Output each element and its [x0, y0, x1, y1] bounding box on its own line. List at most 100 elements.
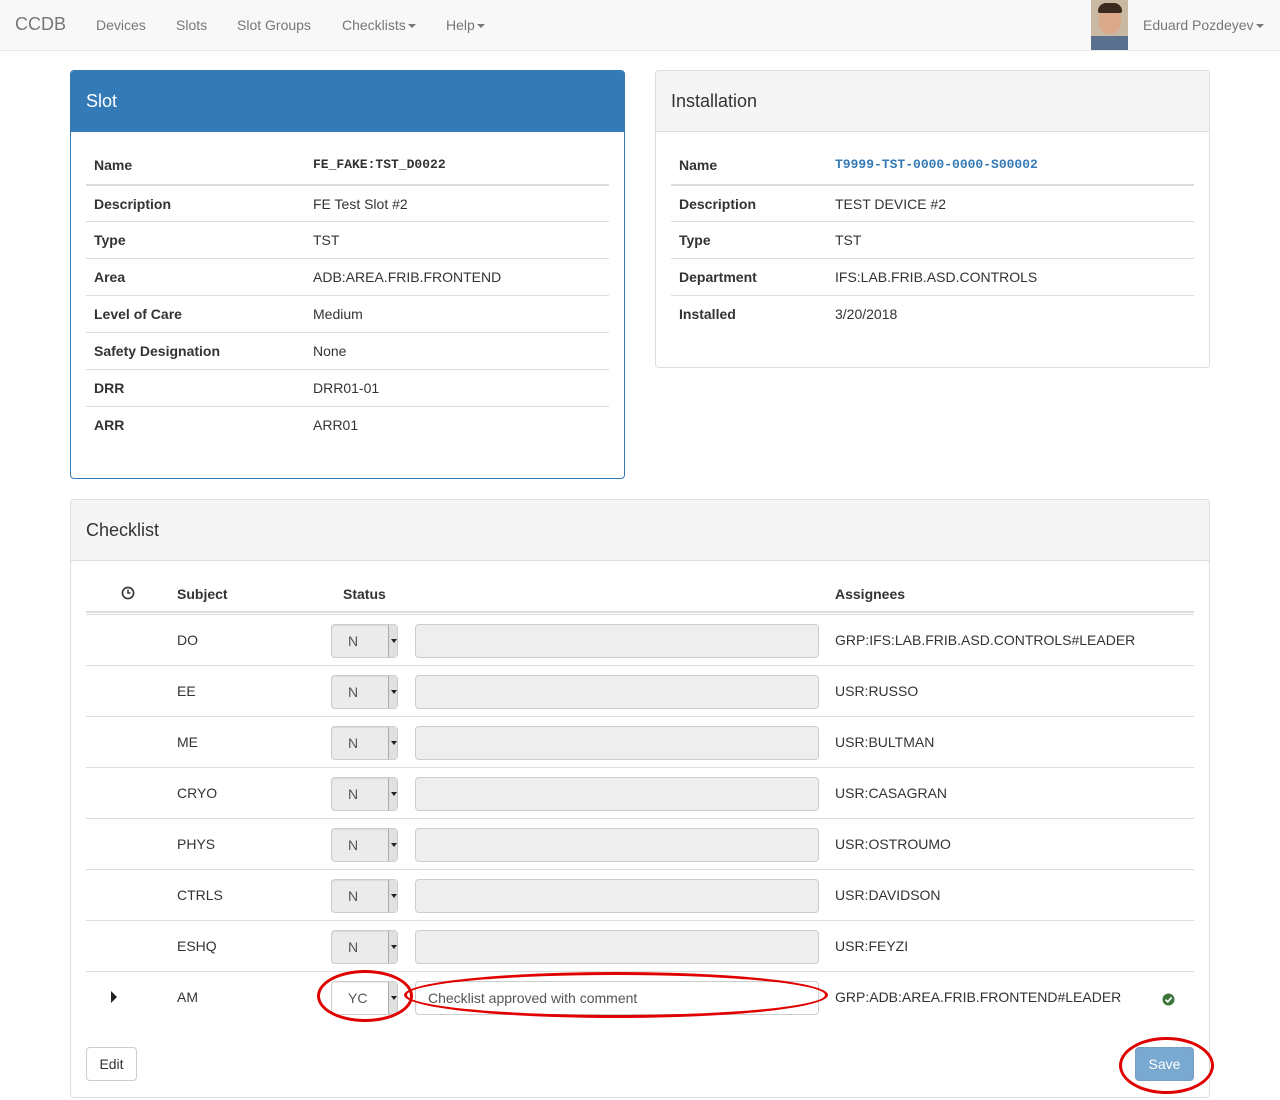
nav-help-label: Help	[446, 17, 475, 33]
status-select-value: N	[348, 786, 359, 802]
nav-devices[interactable]: Devices	[96, 17, 146, 33]
assignee-cell: USR:DAVIDSON	[835, 887, 941, 903]
installation-description-value: TEST DEVICE #2	[835, 196, 947, 212]
status-select-value: N	[348, 939, 359, 955]
slot-type-value: TST	[313, 232, 340, 248]
subject-cell: AM	[177, 989, 198, 1005]
chevron-down-icon	[388, 982, 397, 1014]
status-select[interactable]: N	[331, 777, 398, 811]
status-select-value: N	[348, 633, 359, 649]
slot-drr-value: DRR01-01	[313, 380, 380, 396]
slot-details-table: Name FE_FAKE:TST_D0022 Description FE Te…	[86, 147, 609, 443]
nav-checklists-label: Checklists	[342, 17, 406, 33]
status-select-value: N	[348, 837, 359, 853]
table-row: DRR DRR01-01	[86, 369, 609, 406]
chevron-down-icon	[388, 676, 397, 708]
slot-panel: Slot Name FE_FAKE:TST_D0022 Description …	[70, 70, 625, 479]
installation-type-value: TST	[835, 232, 862, 248]
status-select[interactable]: N	[331, 828, 398, 862]
table-row: Name T9999-TST-0000-0000-S00002	[671, 147, 1194, 184]
installation-department-value: IFS:LAB.FRIB.ASD.CONTROLS	[835, 269, 1038, 285]
slot-type-label: Type	[94, 232, 126, 248]
subject-cell: ESHQ	[177, 938, 217, 954]
chevron-down-icon	[388, 625, 397, 657]
chevron-down-icon	[407, 24, 416, 29]
table-row: Installed 3/20/2018	[671, 295, 1194, 332]
comment-input[interactable]	[415, 726, 819, 760]
brand-logo[interactable]: CCDB	[15, 14, 66, 35]
edit-button[interactable]: Edit	[86, 1047, 137, 1081]
comment-input[interactable]	[415, 879, 819, 913]
table-row: PHYS N USR:OSTROUMO	[86, 818, 1194, 869]
status-select-value: N	[348, 888, 359, 904]
table-row: CRYO N USR:CASAGRAN	[86, 767, 1194, 818]
slot-safety-designation-value: None	[313, 343, 347, 359]
subject-cell: CRYO	[177, 785, 218, 801]
table-row: Type TST	[86, 221, 609, 258]
checklist-panel-title: Checklist	[71, 500, 1209, 561]
comment-input[interactable]	[415, 777, 819, 811]
table-row: EE N USR:RUSSO	[86, 665, 1194, 716]
slot-description-label: Description	[94, 196, 172, 212]
slot-level-of-care-value: Medium	[313, 306, 363, 322]
slot-area-value: ADB:AREA.FRIB.FRONTEND	[313, 269, 502, 285]
table-row: Area ADB:AREA.FRIB.FRONTEND	[86, 258, 609, 295]
clock-icon	[121, 586, 135, 603]
nav-slot-groups[interactable]: Slot Groups	[237, 17, 311, 33]
installation-name-label: Name	[679, 157, 718, 173]
slot-level-of-care-label: Level of Care	[94, 306, 182, 322]
checklist-panel: Checklist Subject Status Assignees DO N …	[70, 499, 1210, 1098]
table-row: Name FE_FAKE:TST_D0022	[86, 147, 609, 184]
checklist-header-row: Subject Status Assignees	[86, 561, 1194, 613]
table-row: Type TST	[671, 221, 1194, 258]
top-navbar: CCDB Devices Slots Slot Groups Checklist…	[0, 0, 1280, 51]
save-button[interactable]: Save	[1135, 1047, 1194, 1081]
slot-description-value: FE Test Slot #2	[313, 196, 408, 212]
nav-help-dropdown[interactable]: Help	[446, 17, 485, 33]
comment-input[interactable]	[415, 930, 819, 964]
installation-installed-label: Installed	[679, 306, 736, 322]
table-row: Level of Care Medium	[86, 295, 609, 332]
installation-panel-title: Installation	[656, 71, 1209, 132]
status-select[interactable]: N	[331, 624, 398, 658]
status-select[interactable]: YC	[331, 981, 398, 1015]
subject-cell: DO	[177, 632, 198, 648]
subject-cell: EE	[177, 683, 196, 699]
status-select[interactable]: N	[331, 675, 398, 709]
user-menu-dropdown[interactable]: Eduard Pozdeyev	[1143, 17, 1264, 33]
user-name: Eduard Pozdeyev	[1143, 17, 1254, 33]
status-select-value: YC	[348, 990, 368, 1006]
avatar-shirt	[1091, 36, 1128, 50]
installation-details-table: Name T9999-TST-0000-0000-S00002 Descript…	[671, 147, 1194, 332]
table-row: DO N GRP:IFS:LAB.FRIB.ASD.CONTROLS#LEADE…	[86, 614, 1194, 665]
assignee-cell: USR:RUSSO	[835, 683, 919, 699]
table-row: ME N USR:BULTMAN	[86, 716, 1194, 767]
assignee-cell: USR:OSTROUMO	[835, 836, 951, 852]
slot-arr-value: ARR01	[313, 417, 359, 433]
table-row: Description TEST DEVICE #2	[671, 184, 1194, 221]
comment-input[interactable]	[415, 981, 819, 1015]
avatar-hair	[1098, 3, 1122, 13]
comment-input[interactable]	[415, 675, 819, 709]
comment-input[interactable]	[415, 828, 819, 862]
chevron-down-icon	[388, 778, 397, 810]
assignee-cell: GRP:IFS:LAB.FRIB.ASD.CONTROLS#LEADER	[835, 632, 1136, 648]
table-row: ESHQ N USR:FEYZI	[86, 920, 1194, 971]
avatar[interactable]	[1091, 0, 1128, 50]
status-select[interactable]: N	[331, 726, 398, 760]
comment-input[interactable]	[415, 624, 819, 658]
installation-name-link[interactable]: T9999-TST-0000-0000-S00002	[835, 157, 1038, 172]
chevron-down-icon	[388, 880, 397, 912]
expand-caret-icon[interactable]	[110, 990, 118, 1006]
assignee-cell: GRP:ADB:AREA.FRIB.FRONTEND#LEADER	[835, 989, 1122, 1005]
installation-installed-value: 3/20/2018	[835, 306, 898, 322]
nav-slots[interactable]: Slots	[176, 17, 207, 33]
status-select[interactable]: N	[331, 879, 398, 913]
nav-checklists-dropdown[interactable]: Checklists	[342, 17, 416, 33]
slot-drr-label: DRR	[94, 380, 125, 396]
status-select-value: N	[348, 684, 359, 700]
subject-cell: ME	[177, 734, 198, 750]
chevron-down-icon	[388, 829, 397, 861]
column-header-subject: Subject	[177, 586, 228, 602]
status-select[interactable]: N	[331, 930, 398, 964]
